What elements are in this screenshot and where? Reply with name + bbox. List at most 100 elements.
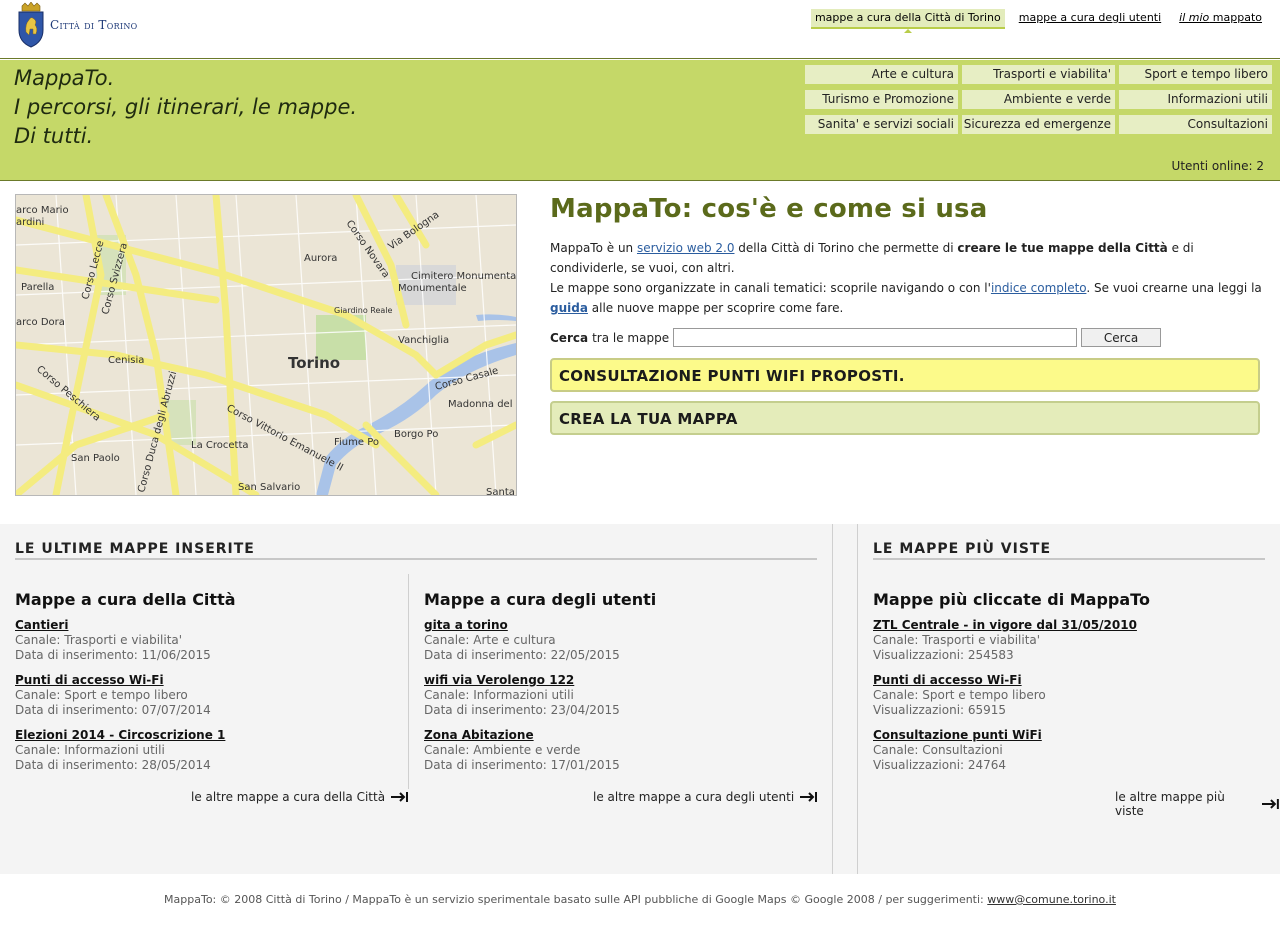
online-users: Utenti online: 2 — [1172, 159, 1264, 173]
map-channel: Canale: Informazioni utili — [424, 688, 574, 702]
map-channel: Canale: Arte e cultura — [424, 633, 556, 647]
channel-ambiente[interactable]: Ambiente e verde — [962, 90, 1115, 109]
list-item: gita a torino Canale: Arte e cultura Dat… — [424, 618, 817, 663]
more-city-maps-link[interactable]: le altre mappe a cura della Città — [191, 790, 409, 804]
map-link[interactable]: Consultazione punti WiFi — [873, 728, 1042, 742]
page-header: Città di Torino mappe a cura della Città… — [0, 0, 1280, 59]
link-my-maps-rest: mappato — [1209, 11, 1262, 24]
intro-paragraph-2: Le mappe sono organizzate in canali tema… — [550, 278, 1265, 318]
map-link[interactable]: gita a torino — [424, 618, 508, 632]
map-link[interactable]: Punti di accesso Wi-Fi — [15, 673, 164, 687]
map-views: Visualizzazioni: 24764 — [873, 758, 1007, 772]
tagline-line-3: Di tutti. — [14, 124, 94, 148]
map-label-6: arco Dora — [16, 317, 65, 328]
channel-informazioni[interactable]: Informazioni utili — [1119, 90, 1272, 109]
map-label-24: Borgo Po — [394, 429, 438, 440]
list-item: Punti di accesso Wi-Fi Canale: Sport e t… — [15, 673, 408, 718]
link-web20[interactable]: servizio web 2.0 — [637, 241, 735, 255]
footer-text: MappaTo: © 2008 Città di Torino / MappaT… — [164, 893, 988, 906]
link-city-maps[interactable]: mappe a cura della Città di Torino — [810, 9, 1005, 33]
intro-p2-a: Le mappe sono organizzate in canali tema… — [550, 281, 991, 295]
map-link[interactable]: Punti di accesso Wi-Fi — [873, 673, 1022, 687]
top-navigation: mappe a cura della Città di Torino mappe… — [810, 9, 1266, 33]
city-map[interactable]: arco Mario ardini Corso Lecce Corso Sviz… — [15, 194, 517, 496]
map-channel: Canale: Consultazioni — [873, 743, 1003, 757]
search-label: tra le mappe — [592, 330, 670, 345]
search-input[interactable] — [673, 328, 1078, 347]
channel-arte-cultura[interactable]: Arte e cultura — [805, 65, 958, 84]
intro-title: MappaTo: cos'è e come si usa — [550, 194, 988, 224]
channel-menu: Arte e cultura Trasporti e viabilita' Sp… — [805, 65, 1272, 134]
more-viewed-maps-link[interactable]: le altre mappe più viste — [1115, 790, 1280, 818]
map-channel: Canale: Trasporti e viabilita' — [873, 633, 1041, 647]
more-user-maps-link[interactable]: le altre mappe a cura degli utenti — [593, 790, 818, 804]
arrow-right-icon — [391, 792, 409, 802]
map-label-1: arco Mario — [16, 205, 69, 216]
list-item: ZTL Centrale - in vigore dal 31/05/2010 … — [873, 618, 1265, 663]
logo-text: Città di Torino — [50, 18, 138, 32]
city-maps-title: Mappe a cura della Città — [15, 590, 236, 609]
divider — [832, 524, 833, 874]
most-viewed-column: Mappe più cliccate di MappaTo ZTL Centra… — [873, 590, 1265, 783]
map-link[interactable]: Cantieri — [15, 618, 68, 632]
arrow-right-icon — [1262, 799, 1280, 809]
search-button[interactable]: Cerca — [1081, 328, 1162, 347]
channel-sport[interactable]: Sport e tempo libero — [1119, 65, 1272, 84]
map-date: Data di inserimento: 28/05/2014 — [15, 758, 211, 772]
map-label-19: Monumentale — [398, 283, 467, 294]
search-form: Cerca tra le mappe Cerca — [550, 328, 1265, 347]
city-maps-column: Mappe a cura della Città Cantieri Canale… — [15, 590, 408, 783]
map-link[interactable]: Elezioni 2014 - Circoscrizione 1 — [15, 728, 225, 742]
more-viewed-label: le altre mappe più viste — [1115, 790, 1225, 818]
wifi-consultation-button[interactable]: CONSULTAZIONE PUNTI WIFI PROPOSTI. — [550, 358, 1260, 392]
map-channel: Canale: Informazioni utili — [15, 743, 165, 757]
map-label-5: Parella — [21, 282, 54, 293]
channel-turismo[interactable]: Turismo e Promozione — [805, 90, 958, 109]
map-label-21: Vanchiglia — [398, 335, 449, 346]
intro-p1-b: della Città di Torino che permette di — [734, 241, 958, 255]
intro-p1-a: MappaTo è un — [550, 241, 637, 255]
link-guide[interactable]: guida — [550, 301, 588, 315]
page-footer: MappaTo: © 2008 Città di Torino / MappaT… — [0, 893, 1280, 906]
channel-consultazioni[interactable]: Consultazioni — [1119, 115, 1272, 134]
map-date: Data di inserimento: 22/05/2015 — [424, 648, 620, 662]
map-label-14: Torino — [288, 354, 340, 372]
map-date: Data di inserimento: 07/07/2014 — [15, 703, 211, 717]
search-label-bold: Cerca — [550, 330, 589, 345]
link-my-maps-italic: il mio — [1179, 11, 1210, 24]
list-item: wifi via Verolengo 122 Canale: Informazi… — [424, 673, 817, 718]
map-label-13: San Salvario — [238, 482, 300, 493]
map-link[interactable]: ZTL Centrale - in vigore dal 31/05/2010 — [873, 618, 1137, 632]
tagline-line-2: I percorsi, gli itinerari, le mappe. — [14, 95, 358, 119]
channel-sanita[interactable]: Sanita' e servizi sociali — [805, 115, 958, 134]
map-link[interactable]: wifi via Verolengo 122 — [424, 673, 574, 687]
channel-trasporti[interactable]: Trasporti e viabilita' — [962, 65, 1115, 84]
channel-sicurezza[interactable]: Sicurezza ed emergenze — [962, 115, 1115, 134]
list-item: Elezioni 2014 - Circoscrizione 1 Canale:… — [15, 728, 408, 773]
latest-maps-heading: LE ULTIME MAPPE INSERITE — [15, 541, 817, 560]
list-item: Zona Abitazione Canale: Ambiente e verde… — [424, 728, 817, 773]
map-views: Visualizzazioni: 254583 — [873, 648, 1014, 662]
map-label-23: Madonna del Pilone — [448, 399, 516, 410]
map-label-26: Santa — [486, 487, 515, 495]
map-label-20: Giardino Reale — [334, 306, 393, 315]
create-map-button[interactable]: CREA LA TUA MAPPA — [550, 401, 1260, 435]
column-divider — [408, 574, 409, 789]
map-channel: Canale: Trasporti e viabilita' — [15, 633, 183, 647]
torino-crest-icon — [18, 2, 44, 48]
intro-p1-bold: creare le tue mappe della Città — [957, 241, 1168, 255]
tagline: MappaTo. I percorsi, gli itinerari, le m… — [14, 64, 357, 151]
city-logo[interactable]: Città di Torino — [16, 2, 138, 48]
link-my-maps[interactable]: il mio mappato — [1175, 9, 1266, 29]
footer-email-link[interactable]: www@comune.torino.it — [987, 893, 1116, 906]
link-user-maps[interactable]: mappe a cura degli utenti — [1015, 9, 1165, 29]
map-date: Data di inserimento: 11/06/2015 — [15, 648, 211, 662]
map-link[interactable]: Zona Abitazione — [424, 728, 534, 742]
map-label-7: Cenisia — [108, 355, 144, 366]
more-users-label: le altre mappe a cura degli utenti — [593, 790, 795, 804]
list-item: Consultazione punti WiFi Canale: Consult… — [873, 728, 1265, 773]
map-image: arco Mario ardini Corso Lecce Corso Sviz… — [16, 195, 516, 495]
link-index[interactable]: indice completo — [991, 281, 1086, 295]
intro-section: MappaTo: cos'è e come si usa MappaTo è u… — [550, 194, 1265, 435]
map-channel: Canale: Sport e tempo libero — [873, 688, 1046, 702]
